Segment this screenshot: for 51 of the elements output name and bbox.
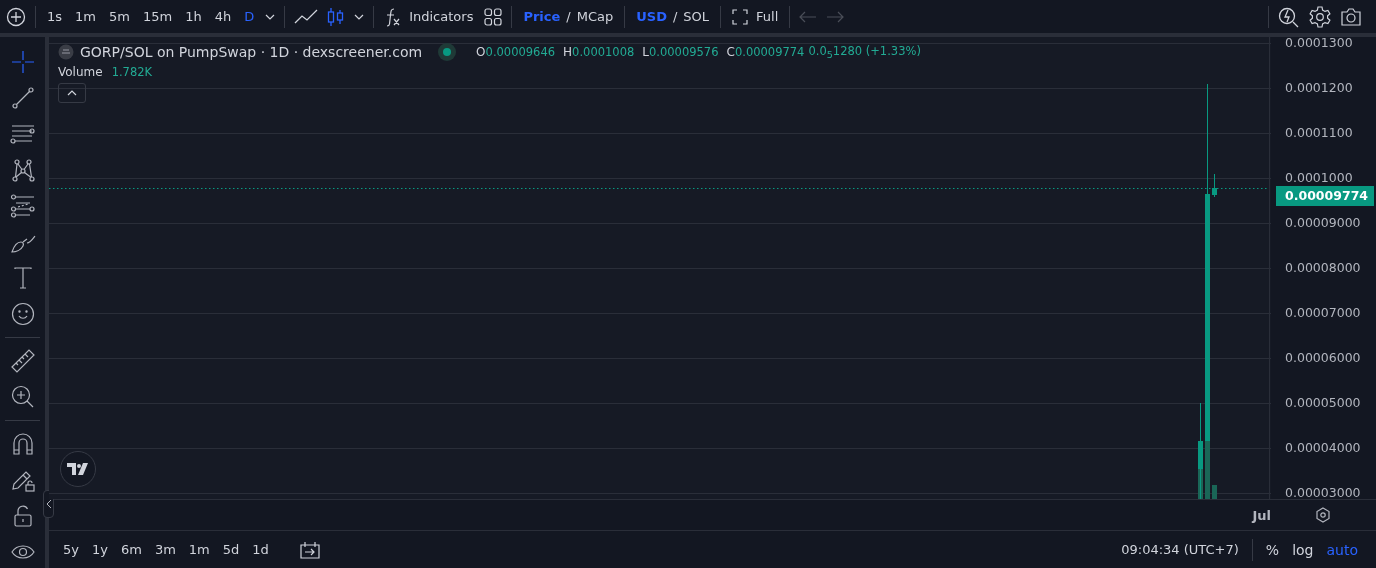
symbol-title: GORP/SOL on PumpSwap · 1D · dexscreener.com: [80, 44, 423, 60]
price-axis-label: 0.0001000: [1285, 171, 1354, 185]
ohlc-value: 0.00009774: [734, 45, 805, 59]
price-axis-label: 0.00009000: [1285, 216, 1362, 230]
mode-toggle[interactable]: MCap: [574, 6, 616, 27]
auto-scale-toggle[interactable]: auto: [1326, 541, 1358, 558]
interval-button[interactable]: 1s: [45, 6, 65, 27]
interval-button[interactable]: D: [242, 6, 257, 27]
volume-label: Volume: [58, 65, 103, 79]
price-axis-label: 0.0001300: [1285, 36, 1354, 50]
range-button[interactable]: 5y: [63, 542, 79, 557]
ohlc-label: C: [726, 45, 735, 59]
ohlc-value: 0.00009646: [485, 45, 556, 59]
ohlc-value: 0.0001008: [572, 45, 635, 59]
volume-value: 1.782K: [111, 65, 153, 79]
range-button[interactable]: 1m: [188, 542, 210, 557]
percent-toggle[interactable]: %: [1265, 541, 1280, 558]
price-axis-label: 0.00008000: [1285, 261, 1362, 275]
ohlc-label: H: [563, 45, 573, 59]
currency-toggle[interactable]: USD: [634, 6, 669, 27]
interval-button[interactable]: 4h: [212, 6, 234, 27]
clock-time[interactable]: 09:04:34 (UTC+7): [1121, 542, 1239, 557]
interval-button[interactable]: 15m: [140, 6, 175, 27]
ohlc-label: O: [476, 45, 486, 59]
mode-toggle[interactable]: Price: [521, 6, 563, 27]
separator-slash: /: [672, 9, 678, 24]
last-price-badge: 0.00009774: [1276, 186, 1375, 206]
log-toggle[interactable]: log: [1292, 541, 1314, 558]
price-axis-label: 0.00007000: [1285, 306, 1362, 320]
interval-button[interactable]: 1m: [73, 6, 98, 27]
price-change: 0.0$_{5}$1280 (+1.33%): [808, 43, 921, 61]
price-axis-label: 0.00005000: [1285, 396, 1362, 410]
price-axis-label: 0.00003000: [1285, 486, 1362, 499]
price-axis-label: 0.00004000: [1285, 441, 1362, 455]
ohlc-value: 0.00009576: [649, 45, 719, 59]
indicators-button[interactable]: Indicators: [383, 3, 476, 30]
interval-button[interactable]: 5m: [107, 6, 132, 27]
range-button[interactable]: 1y: [91, 542, 108, 557]
price-axis-label: 0.0001100: [1285, 126, 1354, 140]
time-axis-label: Jul: [1252, 507, 1271, 523]
range-button[interactable]: 3m: [154, 542, 176, 557]
range-button[interactable]: 1d: [252, 542, 269, 557]
price-axis-label: 0.0001200: [1285, 81, 1354, 95]
fullscreen-button[interactable]: Full: [730, 5, 781, 28]
price-axis-label: 0.00006000: [1285, 351, 1362, 365]
interval-button[interactable]: 1h: [183, 6, 204, 27]
range-button[interactable]: 6m: [120, 542, 142, 557]
ohlc-label: L: [642, 45, 649, 59]
range-button[interactable]: 5d: [222, 542, 240, 557]
currency-toggle[interactable]: SOL: [681, 6, 712, 27]
separator-slash: /: [566, 9, 571, 24]
